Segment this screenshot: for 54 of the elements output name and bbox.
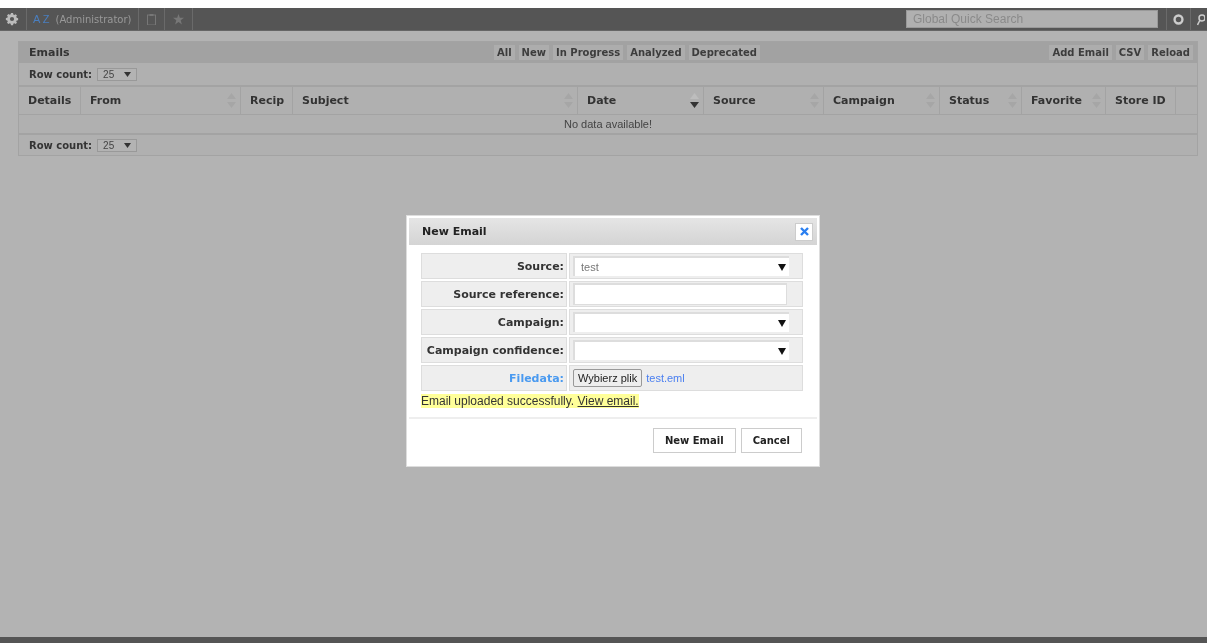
star-icon[interactable] [172, 13, 184, 25]
column-header[interactable]: Status [940, 87, 1022, 114]
view-email-link[interactable]: View email. [577, 394, 639, 408]
column-header[interactable]: Favorite [1022, 87, 1106, 114]
action-button[interactable]: Reload [1148, 45, 1193, 60]
row-count-select[interactable]: 25 [97, 67, 138, 81]
column-header[interactable]: Campaign [824, 87, 940, 114]
empty-message: No data available! [563, 118, 653, 130]
field-label: Campaign confidence: [426, 343, 564, 357]
row-count-label: Row count: [29, 139, 93, 151]
row-count-select[interactable]: 25 [97, 138, 138, 152]
filter-button[interactable]: Deprecated [688, 45, 760, 60]
user-role: (Administrator) [55, 13, 132, 25]
settings-icon[interactable] [5, 12, 19, 26]
file-name: test.eml [646, 372, 685, 384]
caret-icon [778, 263, 786, 271]
field-label: Source: [516, 259, 564, 273]
action-button[interactable]: CSV [1115, 45, 1145, 60]
close-button[interactable] [795, 222, 813, 241]
field-label: Source reference: [453, 287, 564, 301]
caret-icon [778, 347, 786, 355]
filter-button[interactable]: In Progress [553, 45, 624, 60]
input-field[interactable] [573, 283, 787, 305]
column-header[interactable]: From [81, 87, 241, 114]
ring-icon[interactable] [1173, 13, 1184, 25]
filter-button[interactable]: All [494, 45, 515, 60]
caret-icon [124, 71, 132, 77]
column-header[interactable]: Subject [293, 87, 578, 114]
field-label: Filedata: [509, 371, 564, 385]
select-field[interactable] [573, 312, 789, 332]
column-header[interactable]: Recip [241, 87, 293, 114]
new-email-button[interactable]: New Email [652, 428, 736, 453]
select-field[interactable]: test [573, 256, 789, 276]
close-icon[interactable] [799, 227, 809, 236]
column-header[interactable]: Details [19, 87, 81, 114]
select-field[interactable] [573, 340, 789, 360]
field-label: Campaign: [497, 315, 564, 329]
caret-icon [778, 319, 786, 327]
search-icon[interactable] [1197, 12, 1205, 26]
column-header[interactable]: Date [578, 87, 704, 114]
column-header[interactable]: Source [704, 87, 824, 114]
column-header[interactable]: Store ID [1106, 87, 1176, 114]
filter-button[interactable]: Analyzed [627, 45, 685, 60]
action-button[interactable]: Add Email [1049, 45, 1112, 60]
success-message: Email uploaded successfully. View email. [421, 394, 639, 408]
panel-title: Emails [29, 46, 71, 59]
cancel-button[interactable]: Cancel [740, 428, 802, 453]
row-count-label: Row count: [29, 68, 93, 80]
choose-file-button[interactable]: Wybierz plik [573, 369, 643, 387]
filter-button[interactable]: New [518, 45, 549, 60]
clipboard-icon[interactable] [146, 13, 156, 25]
caret-icon [124, 142, 132, 148]
dialog-title: New Email [422, 225, 487, 238]
file-field[interactable]: Wybierz plik test.eml [569, 365, 803, 391]
